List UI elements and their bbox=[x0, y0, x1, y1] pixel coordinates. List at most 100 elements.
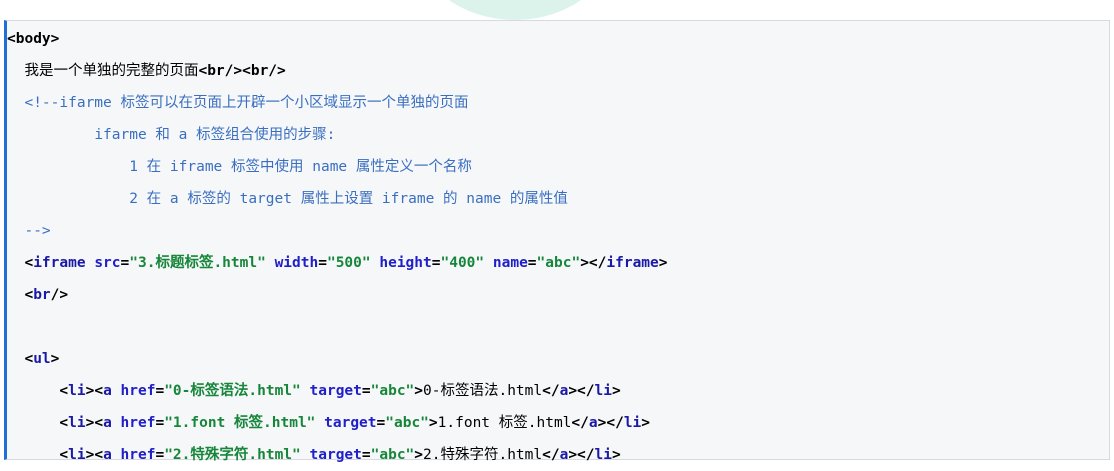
code-token-tag: </ bbox=[542, 447, 560, 463]
code-line: --> bbox=[7, 215, 1109, 247]
code-token-tag: ></ bbox=[580, 255, 607, 271]
code-token-attr: target bbox=[309, 447, 362, 463]
code-token-val: "abc" bbox=[370, 447, 415, 463]
code-token-tag: = bbox=[361, 383, 371, 399]
code-token-tag: = bbox=[120, 255, 130, 271]
code-token-tag: > bbox=[612, 447, 621, 463]
code-line: <li><a href="1.font 标签.html" target="abc… bbox=[7, 407, 1109, 439]
code-token-txt: 我是一个单独的完整的页面 bbox=[24, 63, 199, 79]
code-token-tag: </ bbox=[542, 383, 560, 399]
code-token-val: "500" bbox=[326, 255, 371, 271]
code-token-val: "3.标题标签.html" bbox=[129, 255, 266, 271]
code-token-tag: > bbox=[658, 255, 668, 271]
code-line: <li><a href="2.特殊字符.html" target="abc">2… bbox=[7, 439, 1109, 471]
code-token-val: "2.特殊字符.html" bbox=[164, 447, 301, 463]
code-line: 2 在 a 标签的 target 属性上设置 iframe 的 name 的属性… bbox=[7, 183, 1109, 215]
code-line: ifarme 和 a 标签组合使用的步骤: bbox=[7, 119, 1109, 151]
code-line: <body> bbox=[7, 23, 1109, 55]
code-line: <!--ifarme 标签可以在页面上开辟一个小区域显示一个单独的页面 bbox=[7, 87, 1109, 119]
code-token-val: "abc" bbox=[370, 383, 415, 399]
code-token-tag: >< bbox=[85, 383, 104, 399]
code-line: <li><a href="0-标签语法.html" target="abc">0… bbox=[7, 375, 1109, 407]
code-token-tag: < bbox=[24, 351, 34, 367]
code-token-tagname: li bbox=[594, 383, 612, 399]
code-token-tag: = bbox=[155, 447, 165, 463]
code-line: 1 在 iframe 标签中使用 name 属性定义一个名称 bbox=[7, 151, 1109, 183]
code-token-cmt: 1 在 iframe 标签中使用 name 属性定义一个名称 bbox=[129, 159, 472, 175]
code-token-attr: name bbox=[492, 255, 528, 271]
code-token-tag: > bbox=[414, 383, 424, 399]
code-token-attr: height bbox=[379, 255, 432, 271]
code-token-val: "abc" bbox=[536, 255, 581, 271]
code-token-tagname: iframe bbox=[606, 255, 659, 271]
code-token-cmt: 2 在 a 标签的 target 属性上设置 iframe 的 name 的属性… bbox=[129, 191, 568, 207]
code-token-tag: < bbox=[24, 287, 34, 303]
code-token-attr: target bbox=[324, 415, 377, 431]
code-token-attr: href bbox=[120, 383, 156, 399]
code-token-cmt: --> bbox=[24, 223, 51, 239]
code-token-tag: = bbox=[155, 415, 165, 431]
code-token-txt: 0-标签语法.html bbox=[423, 383, 543, 399]
code-line: <br/> bbox=[7, 279, 1109, 311]
code-token-cmt: ifarme 和 a 标签组合使用的步骤: bbox=[94, 127, 336, 143]
code-token-val: "1.font 标签.html" bbox=[164, 415, 316, 431]
code-token-tagname: a bbox=[588, 415, 598, 431]
code-token-tagname: li bbox=[594, 447, 612, 463]
code-token-tagname: br bbox=[33, 287, 51, 303]
watermark-shape bbox=[415, 0, 615, 20]
code-token-tagname: a bbox=[103, 415, 112, 431]
code-token-tag: = bbox=[376, 415, 386, 431]
code-token-tag: > bbox=[641, 415, 651, 431]
code-token-tag: </ bbox=[571, 415, 589, 431]
code-block: <body> 我是一个单独的完整的页面<br/><br/> <!--ifarme… bbox=[4, 20, 1110, 463]
code-token-attr: target bbox=[309, 383, 362, 399]
code-token-tag: < bbox=[59, 415, 69, 431]
code-token-tag: > bbox=[612, 383, 621, 399]
code-token-tag: > bbox=[50, 351, 60, 367]
code-token-tag: > bbox=[414, 447, 424, 463]
code-token-val: "abc" bbox=[385, 415, 429, 431]
code-token-val: "0-标签语法.html" bbox=[164, 383, 301, 399]
code-token-tag: < bbox=[24, 255, 34, 271]
code-token-tag: /> bbox=[50, 287, 69, 303]
code-token-tag: < bbox=[59, 383, 69, 399]
code-token-txt: 2.特殊字符.html bbox=[423, 447, 543, 463]
code-token-attr: href bbox=[120, 447, 156, 463]
code-token-tagname: a bbox=[103, 447, 112, 463]
code-token-tagname: li bbox=[68, 415, 86, 431]
code-token-tag: ></ bbox=[597, 415, 624, 431]
code-token-attr: width bbox=[274, 255, 319, 271]
code-token-tag: < bbox=[59, 447, 69, 463]
code-token-tagname: li bbox=[623, 415, 642, 431]
code-token-val: "400" bbox=[440, 255, 485, 271]
code-line: <iframe src="3.标题标签.html" width="500" he… bbox=[7, 247, 1109, 279]
code-token-tag: = bbox=[527, 255, 537, 271]
code-token-tag: = bbox=[155, 383, 165, 399]
code-token-txt: 1.font 标签.html bbox=[437, 415, 572, 431]
code-token-tag: <br/><br/> bbox=[198, 63, 286, 79]
code-token-tag: ></ bbox=[568, 383, 595, 399]
code-token-tagname: li bbox=[68, 447, 86, 463]
code-token-tagname: li bbox=[68, 383, 86, 399]
code-token-tagname: a bbox=[103, 383, 112, 399]
code-token-tag: > bbox=[428, 415, 438, 431]
code-token-tag: <body> bbox=[7, 31, 60, 47]
